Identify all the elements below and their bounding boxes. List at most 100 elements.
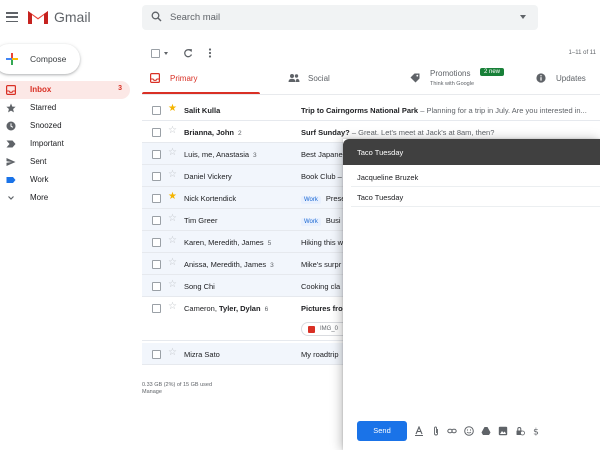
sidebar-item-important[interactable]: Important [0, 135, 130, 153]
new-badge: 2 new [480, 68, 505, 76]
star-icon [6, 103, 16, 113]
image-icon [308, 326, 315, 333]
star-icon[interactable]: ☆ [168, 170, 177, 180]
message-body[interactable] [351, 209, 600, 409]
star-icon[interactable]: ☆ [168, 126, 177, 136]
star-icon[interactable]: ☆ [168, 302, 177, 312]
email-sender: Cameron, Tyler, Dylan 6 [184, 304, 269, 313]
sidebar-item-starred[interactable]: Starred [0, 99, 130, 117]
tabs-divider [142, 94, 600, 95]
compose-window-header[interactable]: Taco Tuesday [343, 139, 600, 165]
tab-label: Updates [556, 74, 586, 83]
tab-social[interactable]: Social [280, 64, 400, 94]
send-button[interactable]: Send [357, 421, 407, 441]
subject-field[interactable]: Taco Tuesday [351, 187, 600, 207]
link-icon[interactable] [447, 426, 457, 436]
storage-usage: 0.33 GB (2%) of 15 GB used Manage [142, 382, 212, 396]
formatting-icon[interactable] [414, 426, 424, 436]
sidebar-item-snoozed[interactable]: Snoozed [0, 117, 130, 135]
star-icon[interactable]: ☆ [168, 236, 177, 246]
send-icon [6, 158, 16, 166]
row-checkbox[interactable] [152, 350, 161, 359]
refresh-icon[interactable] [183, 48, 193, 58]
row-checkbox[interactable] [152, 216, 161, 225]
to-field[interactable]: Jacqueline Bruzek [351, 167, 600, 187]
select-options-icon[interactable] [164, 52, 168, 55]
compose-window-title: Taco Tuesday [357, 148, 404, 157]
compose-label: Compose [30, 54, 67, 64]
gmail-logo-icon[interactable] [27, 8, 49, 25]
compose-window: Taco Tuesday Jacqueline Bruzek Taco Tues… [343, 139, 600, 450]
star-icon[interactable]: ☆ [168, 348, 177, 358]
row-checkbox[interactable] [152, 282, 161, 291]
tab-primary[interactable]: Primary [142, 64, 260, 94]
sidebar-item-label: Starred [30, 103, 57, 112]
tab-promotions[interactable]: Promotions 2 new Think with Google [402, 64, 522, 94]
clock-icon [6, 121, 16, 131]
dollar-icon[interactable]: $ [531, 426, 541, 437]
star-icon[interactable]: ★ [168, 192, 177, 202]
confidential-mode-icon[interactable] [515, 426, 525, 436]
manage-storage-link[interactable]: Manage [142, 389, 212, 396]
row-checkbox[interactable] [152, 106, 161, 115]
sidebar-item-label: Important [30, 139, 64, 148]
tab-sublabel: Think with Google [430, 81, 475, 87]
row-checkbox[interactable] [152, 238, 161, 247]
more-options-icon[interactable] [208, 48, 212, 58]
menu-icon[interactable] [6, 12, 18, 23]
star-icon[interactable]: ☆ [168, 258, 177, 268]
emoji-icon[interactable] [464, 426, 474, 436]
email-sender: Luis, me, Anastasia 3 [184, 150, 257, 159]
sidebar-item-label: Inbox [30, 85, 52, 94]
sidebar-item-inbox[interactable]: Inbox 3 [0, 81, 130, 99]
email-row[interactable]: ★ Salit Kulla Trip to Cairngorms Nationa… [142, 99, 600, 121]
people-icon [288, 74, 300, 82]
unread-count: 3 [118, 85, 122, 92]
search-icon[interactable] [151, 11, 162, 22]
email-subject: Trip to Cairngorms National Park – Plann… [301, 106, 587, 115]
sidebar-item-work[interactable]: Work [0, 171, 130, 189]
sidebar-item-label: Snoozed [30, 121, 62, 130]
app-name: Gmail [54, 9, 91, 25]
chevron-down-icon [8, 196, 14, 200]
sidebar-item-more[interactable]: More [0, 189, 130, 207]
star-icon[interactable]: ☆ [168, 148, 177, 158]
storage-text: 0.33 GB (2%) of 15 GB used [142, 382, 213, 388]
tab-label: Promotions [430, 69, 471, 78]
sidebar-item-sent[interactable]: Sent [0, 153, 130, 171]
work-label: Work [301, 196, 321, 204]
select-all-checkbox[interactable] [151, 49, 160, 58]
svg-text:$: $ [533, 428, 539, 437]
row-checkbox[interactable] [152, 128, 161, 137]
plus-icon [6, 53, 18, 65]
label-icon [6, 177, 16, 183]
row-checkbox[interactable] [152, 150, 161, 159]
important-icon [6, 140, 16, 148]
row-checkbox[interactable] [152, 194, 161, 203]
star-icon[interactable]: ☆ [168, 280, 177, 290]
tab-label: Primary [170, 74, 198, 83]
recipient: Jacqueline Bruzek [357, 173, 419, 182]
star-icon[interactable]: ☆ [168, 214, 177, 224]
search-bar[interactable]: Search mail [142, 5, 538, 30]
search-input[interactable]: Search mail [170, 12, 220, 23]
row-checkbox[interactable] [152, 304, 161, 313]
tag-icon [410, 73, 420, 83]
sidebar-item-label: Sent [30, 157, 47, 166]
tab-updates[interactable]: Updates [528, 64, 600, 94]
star-icon[interactable]: ★ [168, 104, 177, 114]
search-options-icon[interactable] [520, 15, 526, 19]
insert-photo-icon[interactable] [498, 426, 508, 436]
inbox-icon [150, 73, 160, 83]
compose-button[interactable]: Compose [0, 44, 80, 74]
sidebar-item-label: Work [30, 175, 49, 184]
row-checkbox[interactable] [152, 260, 161, 269]
info-icon [536, 73, 546, 83]
email-sender: Mizra Sato [184, 350, 220, 359]
drive-icon[interactable] [481, 426, 491, 436]
attach-icon[interactable] [431, 426, 441, 436]
sidebar-item-label: More [30, 193, 49, 202]
subject-value: Taco Tuesday [357, 193, 404, 202]
top-bar: Gmail Search mail [0, 0, 600, 36]
row-checkbox[interactable] [152, 172, 161, 181]
